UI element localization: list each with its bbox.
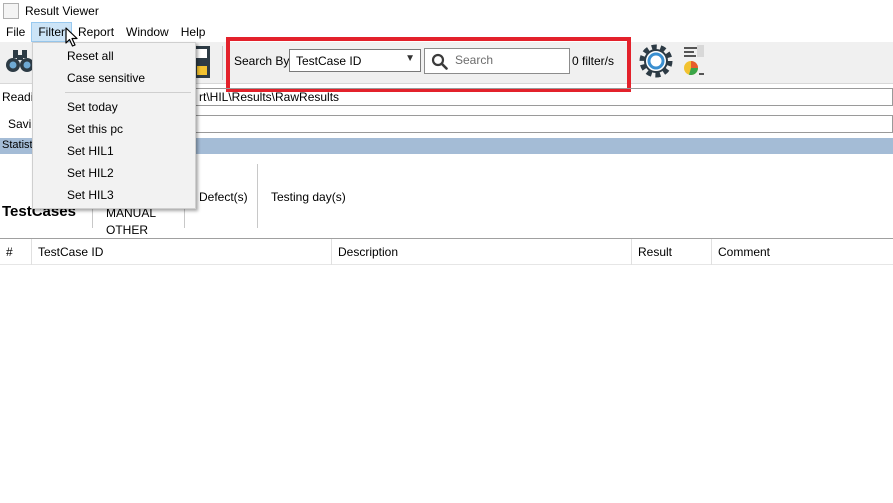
settings-gear-icon[interactable] bbox=[639, 44, 673, 78]
save-icon[interactable] bbox=[194, 46, 210, 78]
column-header-comment[interactable]: Comment bbox=[712, 239, 893, 265]
app-icon bbox=[3, 3, 19, 19]
results-table[interactable]: # TestCase ID Description Result Comment bbox=[0, 238, 893, 503]
reading-path-text: rt\HIL\Results\RawResults bbox=[199, 90, 340, 104]
menu-window[interactable]: Window bbox=[120, 22, 175, 42]
menu-help[interactable]: Help bbox=[175, 22, 212, 42]
menu-report[interactable]: Report bbox=[72, 22, 120, 42]
statistics-label: Statist bbox=[2, 139, 33, 151]
menu-item-reset-all[interactable]: Reset all bbox=[67, 49, 114, 63]
menu-item-case-sensitive[interactable]: Case sensitive bbox=[67, 71, 145, 85]
menu-item-set-today[interactable]: Set today bbox=[67, 100, 118, 114]
menu-item-set-hil1[interactable]: Set HIL1 bbox=[67, 144, 114, 158]
column-header-result[interactable]: Result bbox=[632, 239, 712, 265]
menu-separator bbox=[65, 92, 191, 93]
saving-label: Savi bbox=[8, 117, 32, 131]
mouse-cursor-icon bbox=[65, 27, 78, 47]
defects-label: Defect(s) bbox=[199, 190, 248, 204]
column-header-testcase-id[interactable]: TestCase ID bbox=[32, 239, 332, 265]
reading-label: Readi bbox=[2, 90, 34, 104]
saving-path-field[interactable] bbox=[195, 115, 893, 133]
toolbar-separator bbox=[222, 46, 223, 80]
report-chart-icon[interactable] bbox=[681, 44, 707, 78]
menu-item-set-hil3[interactable]: Set HIL3 bbox=[67, 188, 114, 202]
table-header: # TestCase ID Description Result Comment bbox=[0, 239, 893, 265]
column-header-number[interactable]: # bbox=[0, 239, 32, 265]
filter-menu: Reset all Case sensitive Set today Set t… bbox=[32, 42, 196, 209]
testcase-type-other: OTHER bbox=[106, 223, 148, 237]
menu-item-set-this-pc[interactable]: Set this pc bbox=[67, 122, 123, 136]
testing-days-label: Testing day(s) bbox=[271, 190, 346, 204]
binoculars-icon[interactable] bbox=[5, 47, 35, 75]
menu-file[interactable]: File bbox=[0, 22, 31, 42]
stats-separator bbox=[257, 164, 258, 228]
highlight-box bbox=[226, 37, 631, 92]
menu-item-set-hil2[interactable]: Set HIL2 bbox=[67, 166, 114, 180]
title-bar: Result Viewer bbox=[0, 0, 893, 22]
column-header-description[interactable]: Description bbox=[332, 239, 632, 265]
window-title: Result Viewer bbox=[25, 4, 99, 18]
